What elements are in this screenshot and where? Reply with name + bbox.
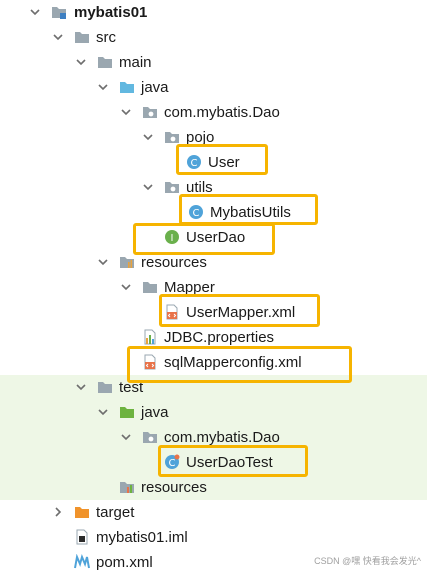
chevron-down-icon[interactable] <box>142 181 154 193</box>
chevron-down-icon[interactable] <box>142 131 154 143</box>
pojo-label: pojo <box>186 129 215 146</box>
tree-row-package-test[interactable]: com.mybatis.Dao <box>0 425 427 450</box>
chevron-down-icon[interactable] <box>120 281 132 293</box>
maven-icon <box>74 554 90 569</box>
chevron-down-icon[interactable] <box>52 31 64 43</box>
module-folder-icon <box>52 7 66 19</box>
tree-row-iml-file[interactable]: mybatis01.iml <box>0 525 427 550</box>
tree-row-sql-mapper-config[interactable]: sqlMapperconfig.xml <box>0 350 427 375</box>
package-main-label: com.mybatis.Dao <box>164 104 280 121</box>
chevron-down-icon[interactable] <box>75 56 87 68</box>
tree-row-user-dao-test[interactable]: C UserDaoTest <box>0 450 427 475</box>
java-main-label: java <box>141 79 169 96</box>
test-source-folder-icon <box>120 407 134 418</box>
tree-row-jdbc-properties[interactable]: JDBC.properties <box>0 325 427 350</box>
java-test-label: java <box>141 404 169 421</box>
resources-folder-icon <box>120 257 134 268</box>
user-dao-interface-label: UserDao <box>186 229 246 246</box>
tree-row-mapper[interactable]: Mapper <box>0 275 427 300</box>
java-class-icon: C <box>189 205 203 219</box>
chevron-down-icon[interactable] <box>75 381 87 393</box>
tree-row-user-dao[interactable]: I UserDao <box>0 225 427 250</box>
properties-file-icon <box>144 329 156 345</box>
svg-text:C: C <box>191 158 198 169</box>
mapper-folder-label: Mapper <box>164 279 215 296</box>
tree-row-pojo[interactable]: pojo <box>0 125 427 150</box>
resources-test-label: resources <box>141 479 207 496</box>
tree-row-target[interactable]: target <box>0 500 427 525</box>
iml-file-label: mybatis01.iml <box>96 529 188 546</box>
utils-label: utils <box>186 179 213 196</box>
tree-row-resources-main[interactable]: resources <box>0 250 427 275</box>
package-icon <box>165 132 179 143</box>
tree-row-java-main[interactable]: java <box>0 75 427 100</box>
test-resources-folder-icon <box>120 482 134 493</box>
chevron-right-icon[interactable] <box>52 506 64 518</box>
package-icon <box>165 182 179 193</box>
source-folder-icon <box>120 82 134 93</box>
tree-row-main[interactable]: main <box>0 50 427 75</box>
chevron-down-icon[interactable] <box>97 406 109 418</box>
user-class-label: User <box>208 154 240 171</box>
tree-row-package-main[interactable]: com.mybatis.Dao <box>0 100 427 125</box>
chevron-down-icon[interactable] <box>97 256 109 268</box>
chevron-down-icon[interactable] <box>97 81 109 93</box>
test-class-icon: C <box>165 454 180 469</box>
tree-row-java-test[interactable]: java <box>0 400 427 425</box>
pom-file-label: pom.xml <box>96 554 153 571</box>
main-label: main <box>119 54 152 71</box>
tree-row-utils[interactable]: utils <box>0 175 427 200</box>
package-icon <box>143 107 157 118</box>
folder-icon <box>75 32 89 43</box>
iml-file-icon <box>76 529 88 545</box>
tree-row-project-root[interactable]: mybatis01 <box>0 0 427 25</box>
project-root-label: mybatis01 <box>74 4 148 21</box>
target-label: target <box>96 504 135 521</box>
tree-row-user-mapper-xml[interactable]: UserMapper.xml <box>0 300 427 325</box>
package-icon <box>143 432 157 443</box>
svg-text:C: C <box>193 208 200 219</box>
resources-main-label: resources <box>141 254 207 271</box>
src-label: src <box>96 29 116 46</box>
user-mapper-xml-label: UserMapper.xml <box>186 304 296 321</box>
java-class-icon: C <box>187 155 201 169</box>
user-dao-test-class-label: UserDaoTest <box>186 454 273 471</box>
xml-file-icon <box>166 304 178 320</box>
test-label: test <box>119 379 144 396</box>
chevron-down-icon[interactable] <box>120 431 132 443</box>
sql-mapper-config-label: sqlMapperconfig.xml <box>164 354 302 371</box>
chevron-down-icon[interactable] <box>120 106 132 118</box>
watermark: CSDN @嘿 快看我会发光^ <box>314 556 421 566</box>
tree-row-src[interactable]: src <box>0 25 427 50</box>
svg-text:C: C <box>169 458 176 469</box>
svg-text:I: I <box>171 233 174 244</box>
tree-row-mybatis-utils[interactable]: C MybatisUtils <box>0 200 427 225</box>
folder-icon <box>98 382 112 393</box>
tree-row-user[interactable]: C User <box>0 150 427 175</box>
jdbc-properties-label: JDBC.properties <box>164 329 275 346</box>
java-interface-icon: I <box>165 230 179 244</box>
tree-row-resources-test[interactable]: resources <box>0 475 427 500</box>
package-test-label: com.mybatis.Dao <box>164 429 280 446</box>
chevron-down-icon[interactable] <box>29 6 41 18</box>
mybatis-utils-class-label: MybatisUtils <box>210 204 291 221</box>
tree-row-test[interactable]: test <box>0 375 427 400</box>
xml-file-icon <box>144 354 156 370</box>
folder-icon <box>143 282 157 293</box>
excluded-folder-icon <box>75 507 89 518</box>
project-tree: mybatis01 src main java com.mybatis.Dao … <box>0 0 427 573</box>
folder-icon <box>98 57 112 68</box>
